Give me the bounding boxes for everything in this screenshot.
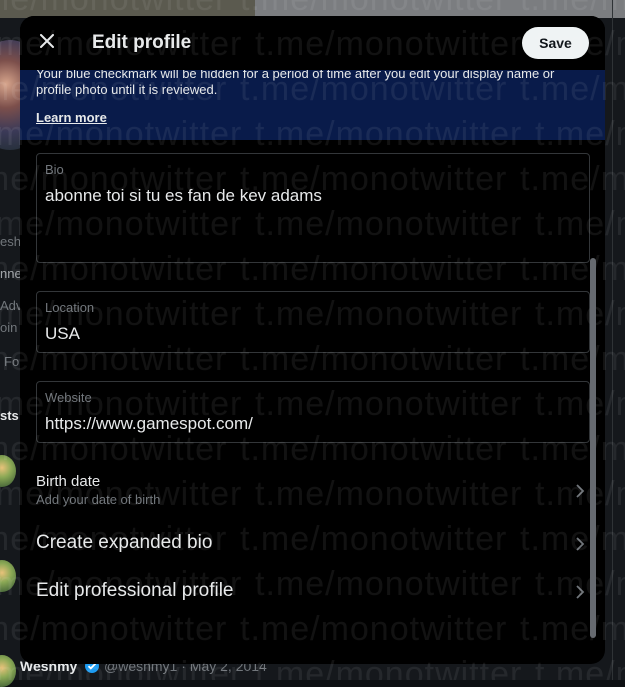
website-input[interactable]: https://www.gamespot.com/ bbox=[45, 414, 253, 434]
location-input[interactable]: USA bbox=[45, 324, 80, 344]
background-fragment: oin bbox=[0, 320, 18, 335]
birth-date-row[interactable]: Birth date Add your date of birth bbox=[20, 468, 590, 512]
notice-text: Your blue checkmark will be hidden for a… bbox=[36, 66, 555, 97]
background-tweet-avatar bbox=[0, 560, 16, 592]
dialog-scrollbar[interactable] bbox=[590, 258, 596, 638]
location-field[interactable]: Location USA bbox=[36, 291, 590, 353]
location-label: Location bbox=[45, 300, 95, 315]
edit-profile-dialog: Edit profile Save Your blue checkmark wi… bbox=[20, 16, 605, 664]
background-divider bbox=[612, 0, 613, 680]
create-expanded-bio-row[interactable]: Create expanded bio bbox=[20, 528, 590, 560]
birth-date-title: Birth date bbox=[36, 473, 101, 490]
background-fragment: esh bbox=[0, 234, 21, 249]
chevron-right-icon bbox=[574, 483, 586, 499]
bio-input[interactable]: abonne toi si tu es fan de kev adams bbox=[45, 186, 322, 206]
chevron-right-icon bbox=[574, 584, 586, 600]
verification-notice: Your blue checkmark will be hidden for a… bbox=[20, 58, 605, 140]
expanded-bio-label: Create expanded bio bbox=[36, 532, 213, 553]
background-fragment: Fo bbox=[4, 354, 20, 369]
background-fragment: nne bbox=[0, 266, 22, 281]
close-icon bbox=[40, 33, 54, 53]
dialog-title: Edit profile bbox=[92, 32, 192, 53]
chevron-right-icon bbox=[574, 536, 586, 552]
close-button[interactable] bbox=[34, 30, 60, 56]
background-tweet-avatar bbox=[0, 455, 16, 487]
bio-field[interactable]: Bio abonne toi si tu es fan de kev adams bbox=[36, 153, 590, 263]
dialog-header: Edit profile Save bbox=[20, 16, 605, 70]
website-label: Website bbox=[45, 390, 92, 405]
professional-profile-label: Edit professional profile bbox=[36, 580, 234, 601]
bio-label: Bio bbox=[45, 162, 64, 177]
website-field[interactable]: Website https://www.gamespot.com/ bbox=[36, 381, 590, 443]
learn-more-link[interactable]: Learn more bbox=[36, 110, 107, 125]
save-button[interactable]: Save bbox=[522, 27, 589, 59]
birth-date-subtitle: Add your date of birth bbox=[36, 492, 161, 507]
background-fragment: sts bbox=[0, 408, 19, 423]
edit-professional-profile-row[interactable]: Edit professional profile bbox=[20, 576, 590, 608]
